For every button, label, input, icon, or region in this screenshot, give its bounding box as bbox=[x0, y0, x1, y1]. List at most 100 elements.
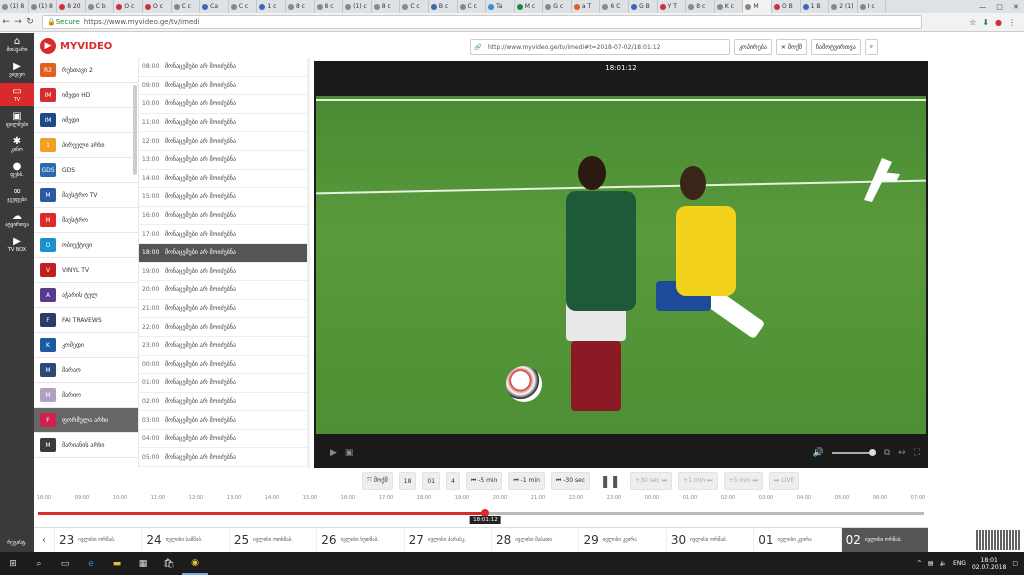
day-item[interactable]: 29 ივლისი კვირა bbox=[578, 528, 665, 552]
browser-tab[interactable]: 8 c bbox=[686, 0, 715, 13]
schedule-row[interactable]: 20:00 მონაცემები არ მოიძებნა bbox=[139, 281, 310, 300]
browser-tab[interactable]: M c bbox=[515, 0, 544, 13]
rail-item[interactable]: ▶ ვიდეო bbox=[0, 58, 34, 81]
close-share-button[interactable]: ✕ მოქმ bbox=[775, 39, 807, 55]
day-item[interactable]: 26 ივლისი ხუთშაბ. bbox=[316, 528, 403, 552]
browser-tab[interactable]: Ta bbox=[486, 0, 515, 13]
plus-30-sec-button[interactable]: +30 sec ⏭ bbox=[630, 472, 673, 490]
rail-item[interactable]: ▣ ფილმები bbox=[0, 108, 34, 131]
schedule-row[interactable]: 15:00 მონაცემები არ მოიძებნა bbox=[139, 188, 310, 207]
browser-tab[interactable]: 1 B bbox=[801, 0, 830, 13]
browser-tab[interactable]: Ca bbox=[200, 0, 229, 13]
browser-tab[interactable]: a T bbox=[572, 0, 601, 13]
clock[interactable]: 18:01 02.07.2018 bbox=[972, 557, 1006, 571]
schedule-row[interactable]: 04:00 მონაცემები არ მოიძებნა bbox=[139, 430, 310, 449]
plus-5-min-button[interactable]: +5 min ⏭ bbox=[723, 472, 763, 490]
channel-item[interactable]: R2 რუსთავი 2 bbox=[34, 58, 138, 83]
download-button[interactable]: ჩამოტვირთვა bbox=[810, 39, 861, 55]
browser-tab[interactable]: C c bbox=[458, 0, 487, 13]
day-item[interactable]: 24 ივლისი სამშაბ. bbox=[141, 528, 228, 552]
channel-item[interactable]: Mმარაო bbox=[34, 358, 138, 383]
channel-scrollbar[interactable] bbox=[133, 85, 137, 175]
channel-item[interactable]: Mმაესტრო bbox=[34, 208, 138, 233]
browser-tab[interactable]: C c bbox=[172, 0, 201, 13]
schedule-row[interactable]: 18:00 მონაცემები არ მოიძებნა bbox=[139, 243, 310, 263]
browser-tab[interactable]: C b bbox=[86, 0, 115, 13]
day-item[interactable]: 25 ივლისი ოთხშაბ. bbox=[228, 528, 316, 552]
day-item[interactable]: 27 ივლისი პარასკ. bbox=[403, 528, 491, 552]
channel-item[interactable]: Mმარიო bbox=[34, 383, 138, 408]
channel-item[interactable]: 1 პირველი არხი bbox=[34, 133, 138, 158]
browser-tab[interactable]: G c bbox=[543, 0, 572, 13]
channel-item[interactable]: Oობიექტივი bbox=[34, 233, 138, 258]
rail-item[interactable]: ✱ კინო bbox=[0, 133, 34, 156]
day-item[interactable]: 28 ივლისი შაბათი bbox=[491, 528, 578, 552]
maximize-icon[interactable]: ▢ bbox=[996, 3, 1003, 11]
language-indicator[interactable]: ENG bbox=[953, 560, 966, 567]
channel-item[interactable]: V VINYL TV bbox=[34, 258, 138, 283]
schedule-row[interactable]: 08:00 მონაცემები არ მოიძებნა bbox=[139, 58, 310, 77]
rail-item[interactable]: ▶ TV BOX bbox=[0, 233, 34, 256]
windows-start-icon[interactable]: ⊞ bbox=[0, 552, 26, 575]
rail-register[interactable]: რეგისტ. bbox=[0, 540, 34, 546]
browser-tab[interactable]: O B bbox=[772, 0, 801, 13]
channel-item[interactable]: Mმაესტრო TV bbox=[34, 183, 138, 208]
browser-tab[interactable]: 8 20 bbox=[57, 0, 86, 13]
schedule-row[interactable]: 21:00 მონაცემები არ მოიძებნა bbox=[139, 300, 310, 319]
schedule-row[interactable]: 14:00 მონაცემები არ მოიძებნა bbox=[139, 170, 310, 189]
channel-item[interactable]: GDS GDS bbox=[34, 158, 138, 183]
minus-5-min-button[interactable]: ⏮ -5 min bbox=[465, 472, 503, 490]
channel-item[interactable]: F FAI TRAVEWS bbox=[34, 308, 138, 333]
star-icon[interactable]: ☆ bbox=[969, 18, 976, 27]
browser-tab[interactable]: Y T bbox=[658, 0, 687, 13]
browser-tab[interactable]: C c bbox=[229, 0, 258, 13]
schedule-row[interactable]: 19:00 მონაცემები არ მოიძებნა bbox=[139, 263, 310, 282]
edge-icon[interactable]: e bbox=[78, 552, 104, 575]
fullscreen-icon[interactable]: ⛶ bbox=[914, 448, 920, 458]
volume-slider[interactable] bbox=[831, 449, 876, 456]
browser-tab[interactable]: 1 c bbox=[257, 0, 286, 13]
rail-item[interactable]: ● ფეხბ. bbox=[0, 158, 34, 181]
site-logo[interactable]: ▶ MYVIDEO bbox=[40, 38, 112, 54]
day-item[interactable]: 23 ივლისი ორშაბ. bbox=[54, 528, 141, 552]
search-icon[interactable]: ⌕ bbox=[26, 552, 52, 575]
schedule-row[interactable]: 05:00 მონაცემები არ მოიძებნა bbox=[139, 448, 310, 468]
day-item[interactable]: 02 ივლისი ორშაბ. bbox=[840, 528, 929, 552]
browser-tab[interactable]: I c bbox=[858, 0, 887, 13]
video-player[interactable]: 18:01:12 ▶ ▣ 🔊 ⧉ ↔ ⛶ bbox=[314, 61, 928, 468]
search-button[interactable]: ⌕ bbox=[864, 39, 879, 55]
channel-item[interactable]: Kკომედი bbox=[34, 333, 138, 358]
browser-tab[interactable]: B c bbox=[429, 0, 458, 13]
browser-tab[interactable]: (1) c bbox=[343, 0, 372, 13]
browser-tab[interactable]: 6 C bbox=[600, 0, 630, 13]
browser-tab[interactable]: G B bbox=[629, 0, 658, 13]
url-field[interactable]: 🔒 Secure https://www.myvideo.ge/tv/imedi bbox=[42, 15, 922, 29]
channel-item[interactable]: Fფორმულა არხი bbox=[34, 408, 138, 433]
expand-icon[interactable]: ↔ bbox=[898, 448, 906, 458]
menu-icon[interactable]: ⋮ bbox=[1008, 18, 1016, 27]
back-button[interactable]: ⤧ მოქმ bbox=[362, 472, 393, 490]
copy-button[interactable]: კოპირება bbox=[734, 39, 772, 55]
timeline[interactable]: 16:00 09:00 10:00 11:00 12:00 13:00 14:00 15:00… bbox=[34, 494, 928, 526]
explorer-icon[interactable]: ▬ bbox=[104, 552, 130, 575]
minimize-icon[interactable]: — bbox=[979, 3, 986, 11]
rail-item[interactable]: ⌂ მთავარი bbox=[0, 33, 34, 56]
task-view-icon[interactable]: ▭ bbox=[52, 552, 78, 575]
download-icon[interactable]: ⬇ bbox=[982, 18, 989, 27]
browser-tab[interactable]: O c bbox=[114, 0, 143, 13]
rail-item[interactable]: ∞ ჯგუფები bbox=[0, 183, 34, 206]
schedule-row[interactable]: 00:00 მონაცემები არ მოიძებნა bbox=[139, 356, 310, 375]
rail-item[interactable]: ▭ TV bbox=[0, 83, 34, 106]
browser-tab[interactable]: 8 c bbox=[286, 0, 315, 13]
schedule-row[interactable]: 16:00 მონაცემები არ მოიძებნა bbox=[139, 207, 310, 226]
share-url-field[interactable]: 🔗 http://www.myvideo.ge/tv/imedi#t=2018-… bbox=[470, 39, 730, 55]
schedule-row[interactable]: 17:00 მონაცემები არ მოიძებნა bbox=[139, 225, 310, 244]
network-icon[interactable]: ▤ bbox=[928, 560, 934, 567]
browser-tab[interactable]: C c bbox=[400, 0, 429, 13]
channel-item[interactable]: IM იმედი bbox=[34, 108, 138, 133]
chrome-icon[interactable]: ◉ bbox=[182, 552, 208, 575]
schedule-row[interactable]: 23:00 მონაცემები არ მოიძებნა bbox=[139, 337, 310, 356]
schedule-row[interactable]: 03:00 მონაცემები არ მოიძებნა bbox=[139, 411, 310, 430]
day-item[interactable]: 30 ივლისი ორშაბ. bbox=[665, 528, 753, 552]
forward-icon[interactable]: → bbox=[12, 17, 24, 27]
